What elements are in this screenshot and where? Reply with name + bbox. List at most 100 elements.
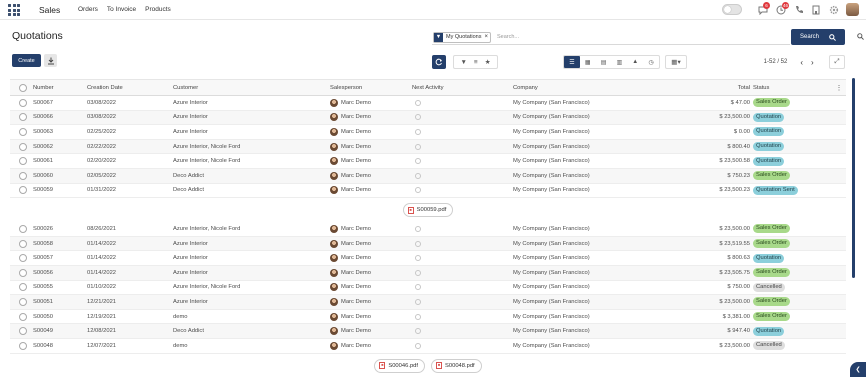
- col-next-activity[interactable]: Next Activity: [412, 80, 444, 95]
- row-checkbox[interactable]: [18, 96, 28, 110]
- list-view-icon[interactable]: ☰: [564, 56, 580, 68]
- next-activity[interactable]: [414, 140, 421, 154]
- search-input[interactable]: Search...: [497, 34, 519, 40]
- kanban-view-icon[interactable]: ▦: [580, 56, 596, 68]
- table-row[interactable]: S00067 03/08/2022 Azure Interior Marc Demo M…: [10, 96, 846, 111]
- activity-clock-icon[interactable]: [415, 269, 421, 276]
- next-activity[interactable]: [414, 310, 421, 324]
- next-activity[interactable]: [414, 222, 421, 236]
- app-switcher-icon[interactable]: [8, 4, 20, 16]
- app-brand[interactable]: Sales: [39, 5, 60, 15]
- table-row[interactable]: S00026 08/26/2021 Azure Interior, Nicole F…: [10, 222, 846, 237]
- activity-clock-icon[interactable]: [415, 342, 421, 349]
- table-row[interactable]: S00057 01/14/2022 Azure Interior Marc Demo M…: [10, 251, 846, 266]
- optional-columns-button[interactable]: ▦▾: [665, 55, 687, 69]
- user-avatar[interactable]: [846, 3, 859, 16]
- column-options-icon[interactable]: ⋮: [836, 80, 843, 95]
- row-checkbox[interactable]: [18, 154, 28, 168]
- next-activity[interactable]: [414, 111, 421, 125]
- group-by-icon[interactable]: ≡: [474, 59, 478, 66]
- row-checkbox[interactable]: [18, 324, 28, 338]
- next-activity[interactable]: [414, 266, 421, 280]
- table-row[interactable]: S00058 01/14/2022 Azure Interior Marc Demo M…: [10, 236, 846, 252]
- dark-mode-toggle[interactable]: [722, 4, 742, 15]
- col-status[interactable]: Status: [753, 80, 769, 95]
- select-all-checkbox[interactable]: [18, 80, 28, 95]
- download-button[interactable]: [44, 54, 57, 67]
- activity-clock-icon[interactable]: [415, 143, 421, 150]
- next-activity[interactable]: [414, 281, 421, 295]
- pdf-attachment-chip[interactable]: ■ S00059.pdf: [402, 203, 454, 218]
- col-total[interactable]: Total: [690, 80, 750, 95]
- activity-clock-icon[interactable]: [415, 328, 421, 335]
- next-activity[interactable]: [414, 237, 421, 251]
- table-row[interactable]: S00066 03/08/2022 Azure Interior Marc Demo M…: [10, 110, 846, 126]
- row-checkbox[interactable]: [18, 281, 28, 295]
- gear-icon[interactable]: [828, 4, 839, 15]
- chevron-right-icon[interactable]: ›: [811, 58, 814, 67]
- activity-clock-icon[interactable]: [415, 255, 421, 262]
- building-icon[interactable]: [810, 4, 821, 15]
- expand-icon[interactable]: ⤢: [829, 55, 845, 69]
- row-checkbox[interactable]: [18, 237, 28, 251]
- table-row[interactable]: S00059 01/31/2022 Deco Addict Marc Demo My C…: [10, 184, 846, 199]
- remove-facet-icon[interactable]: ×: [484, 34, 490, 40]
- activity-clock-icon[interactable]: [415, 114, 421, 121]
- activity-clock-icon[interactable]: [415, 99, 421, 106]
- activity-clock-icon[interactable]: [415, 240, 421, 247]
- row-checkbox[interactable]: [18, 222, 28, 236]
- calendar-view-icon[interactable]: ▤: [596, 56, 612, 68]
- next-activity[interactable]: [414, 169, 421, 183]
- row-checkbox[interactable]: [18, 125, 28, 139]
- row-checkbox[interactable]: [18, 140, 28, 154]
- col-salesperson[interactable]: Salesperson: [330, 80, 362, 95]
- next-activity[interactable]: [414, 96, 421, 110]
- table-row[interactable]: S00061 02/20/2022 Azure Interior, Nicole F…: [10, 154, 846, 169]
- next-activity[interactable]: [414, 339, 421, 353]
- menu-products[interactable]: Products: [145, 6, 171, 13]
- side-search-icon[interactable]: [855, 30, 865, 42]
- create-button[interactable]: Create: [12, 54, 41, 67]
- table-row[interactable]: S00048 12/07/2021 demo Marc Demo My Company …: [10, 339, 846, 354]
- search-button[interactable]: Search: [791, 29, 845, 45]
- row-checkbox[interactable]: [18, 184, 28, 198]
- activity-clock-icon[interactable]: [415, 313, 421, 320]
- activity-clock-icon[interactable]: [415, 187, 421, 194]
- chevron-left-corner-icon[interactable]: ❮: [850, 362, 866, 377]
- pdf-attachment-chip[interactable]: ■ S00046.pdf: [374, 358, 425, 373]
- next-activity[interactable]: [414, 324, 421, 338]
- row-checkbox[interactable]: [18, 295, 28, 309]
- table-row[interactable]: S00060 02/05/2022 Deco Addict Marc Demo My C…: [10, 169, 846, 184]
- favorites-star-icon[interactable]: ★: [485, 58, 491, 66]
- activity-clock-icon[interactable]: [415, 225, 421, 232]
- phone-icon[interactable]: [793, 4, 804, 15]
- col-customer[interactable]: Customer: [173, 80, 198, 95]
- table-row[interactable]: S00056 01/14/2022 Azure Interior Marc Demo M…: [10, 266, 846, 281]
- next-activity[interactable]: [414, 154, 421, 168]
- table-row[interactable]: S00055 01/10/2022 Azure Interior, Nicole F…: [10, 281, 846, 296]
- refresh-button[interactable]: [432, 55, 446, 69]
- graph-view-icon[interactable]: ▲: [627, 56, 643, 68]
- filters-icon[interactable]: ▼: [460, 59, 466, 66]
- activity-clock-icon[interactable]: [415, 298, 421, 305]
- activity-clock-icon[interactable]: [415, 172, 421, 179]
- row-checkbox[interactable]: [18, 339, 28, 353]
- col-company[interactable]: Company: [513, 80, 538, 95]
- pdf-attachment-chip[interactable]: ■ S00048.pdf: [431, 358, 482, 373]
- next-activity[interactable]: [414, 295, 421, 309]
- row-checkbox[interactable]: [18, 169, 28, 183]
- col-number[interactable]: Number: [33, 80, 54, 95]
- next-activity[interactable]: [414, 251, 421, 265]
- table-row[interactable]: S00051 12/21/2021 Azure Interior Marc Demo M…: [10, 295, 846, 310]
- activity-clock-icon[interactable]: [415, 284, 421, 291]
- row-checkbox[interactable]: [18, 111, 28, 125]
- row-checkbox[interactable]: [18, 266, 28, 280]
- next-activity[interactable]: [414, 125, 421, 139]
- activity-clock-icon[interactable]: [415, 158, 421, 165]
- scrollbar[interactable]: [852, 78, 855, 278]
- activity-clock-icon[interactable]: [415, 128, 421, 135]
- chevron-left-icon[interactable]: ‹: [800, 58, 803, 67]
- pivot-view-icon[interactable]: ▥: [612, 56, 628, 68]
- menu-to-invoice[interactable]: To Invoice: [107, 6, 136, 13]
- row-checkbox[interactable]: [18, 310, 28, 324]
